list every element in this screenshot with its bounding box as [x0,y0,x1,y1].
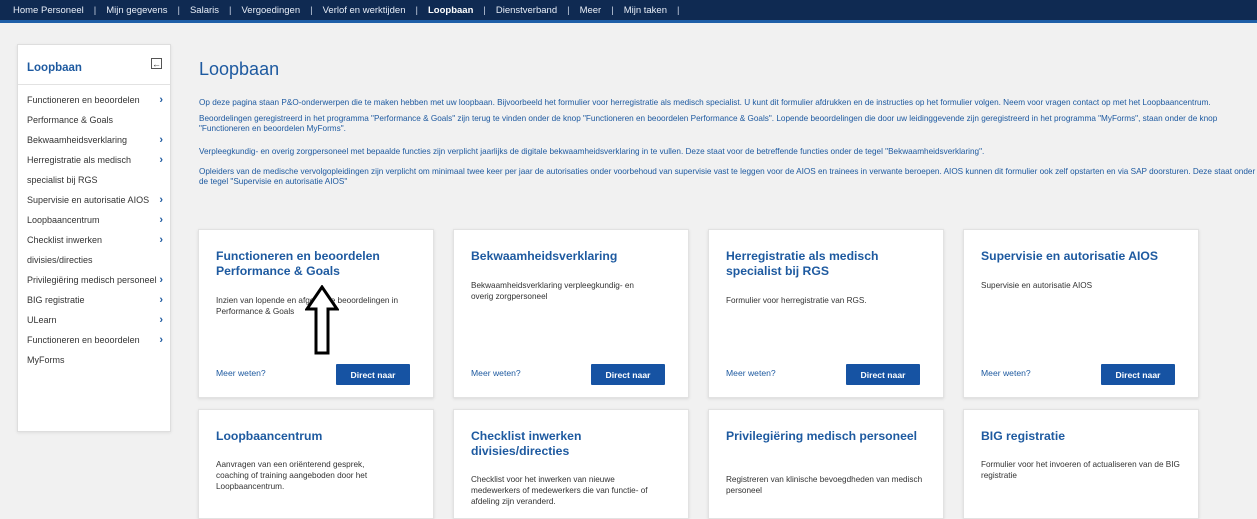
direct-naar-button[interactable]: Direct naar [846,364,920,385]
card-big-registratie: BIG registratie Formulier voor het invoe… [963,409,1199,519]
divider [18,84,170,85]
card-title: Bekwaamheidsverklaring [471,249,618,263]
card-description: Supervisie en autorisatie AIOS [981,281,1093,290]
meer-weten-link[interactable]: Meer weten? [471,368,521,378]
card-title: Loopbaancentrum [216,429,323,443]
card-bekwaamheidsverklaring: Bekwaamheidsverklaring Bekwaamheidsverkl… [453,229,689,398]
card-loopbaancentrum: Loopbaancentrum Aanvragen van een oriënt… [198,409,434,519]
card-description: Formulier voor herregistratie van RGS. [726,296,867,305]
chevron-right-icon: › [159,314,163,326]
chevron-right-icon: › [159,334,163,346]
page-title: Loopbaan [199,59,280,79]
up-arrow-outline-icon [305,285,339,355]
nav-dienstverband[interactable]: Dienstverband [486,5,567,16]
chevron-right-icon: › [159,294,163,306]
direct-naar-button[interactable]: Direct naar [591,364,665,385]
nav-meer[interactable]: Meer [570,5,612,16]
card-title: Functioneren en beoordelen Performance &… [216,249,380,278]
sidebar-item-loopbaancentrum[interactable]: Loopbaancentrum › [27,210,165,230]
sidebar-title: Loopbaan [27,62,82,74]
card-description: Registreren van klinische bevoegdheden v… [726,475,923,495]
card-herregistratie: Herregistratie als medisch specialist bi… [708,229,944,398]
sidebar-list: Functioneren en beoordelen Performance &… [27,90,165,370]
sidebar-item-bekwaamheidsverklaring[interactable]: Bekwaamheidsverklaring › [27,130,165,150]
sidebar-item-checklist-inwerken[interactable]: Checklist inwerken divisies/directies › [27,230,165,270]
nav-home-personeel[interactable]: Home Personeel [3,5,94,16]
card-description: Formulier voor het invoeren of actualise… [981,460,1180,480]
card-title: BIG registratie [981,429,1065,443]
sidebar-item-big-registratie[interactable]: BIG registratie › [27,290,165,310]
nav-loopbaan[interactable]: Loopbaan [418,5,483,16]
nav-verlof-en-werktijden[interactable]: Verlof en werktijden [313,5,416,16]
sidebar-item-myforms[interactable]: Functioneren en beoordelen MyForms › [27,330,165,370]
nav-mijn-taken[interactable]: Mijn taken [614,5,677,16]
card-title: Herregistratie als medisch specialist bi… [726,249,879,278]
sidebar-item-privilegiering[interactable]: Privilegiëring medisch personeel › [27,270,165,290]
card-checklist-inwerken: Checklist inwerken divisies/directies Ch… [453,409,689,519]
card-supervisie-aios: Supervisie en autorisatie AIOS Supervisi… [963,229,1199,398]
intro-paragraph: Op deze pagina staan P&O-onderwerpen die… [199,98,1211,107]
intro-paragraph: Verpleegkundig- en overig zorgpersoneel … [199,147,985,156]
chevron-right-icon: › [159,274,163,286]
chevron-right-icon: › [159,194,163,206]
meer-weten-link[interactable]: Meer weten? [726,368,776,378]
direct-naar-button[interactable]: Direct naar [1101,364,1175,385]
meer-weten-link[interactable]: Meer weten? [981,368,1031,378]
nav-salaris[interactable]: Salaris [180,5,229,16]
card-title: Checklist inwerken divisies/directies [471,429,582,458]
chevron-right-icon: › [159,234,163,246]
card-description: Aanvragen van een oriënterend gesprek, c… [216,460,368,491]
top-navigation-bar: Home Personeel | Mijn gegevens | Salaris | … [0,0,1257,23]
sidebar-item-ulearn[interactable]: ULearn › [27,310,165,330]
collapse-sidebar-icon[interactable]: ← [151,58,162,69]
sidebar-item-performance-goals[interactable]: Functioneren en beoordelen Performance &… [27,90,165,130]
card-description: Checklist voor het inwerken van nieuwe m… [471,475,648,506]
intro-paragraph: Opleiders van de medische vervolgopleidi… [199,167,1256,186]
meer-weten-link[interactable]: Meer weten? [216,368,266,378]
card-description: Bekwaamheidsverklaring verpleegkundig- e… [471,281,634,301]
card-title: Supervisie en autorisatie AIOS [981,249,1159,263]
chevron-right-icon: › [159,214,163,226]
nav-mijn-gegevens[interactable]: Mijn gegevens [96,5,177,16]
sidebar-item-herregistratie[interactable]: Herregistratie als medisch specialist bi… [27,150,165,190]
sidebar-item-supervisie-aios[interactable]: Supervisie en autorisatie AIOS › [27,190,165,210]
card-title: Privilegiëring medisch personeel [726,429,918,443]
chevron-right-icon: › [159,94,163,106]
chevron-right-icon: › [159,134,163,146]
card-privilegiering: Privilegiëring medisch personeel Registr… [708,409,944,519]
sidebar: Loopbaan ← Functioneren en beoordelen Pe… [17,44,171,432]
chevron-right-icon: › [159,154,163,166]
intro-paragraph: Beoordelingen geregistreerd in het progr… [199,114,1218,133]
nav-vergoedingen[interactable]: Vergoedingen [231,5,310,16]
direct-naar-button[interactable]: Direct naar [336,364,410,385]
